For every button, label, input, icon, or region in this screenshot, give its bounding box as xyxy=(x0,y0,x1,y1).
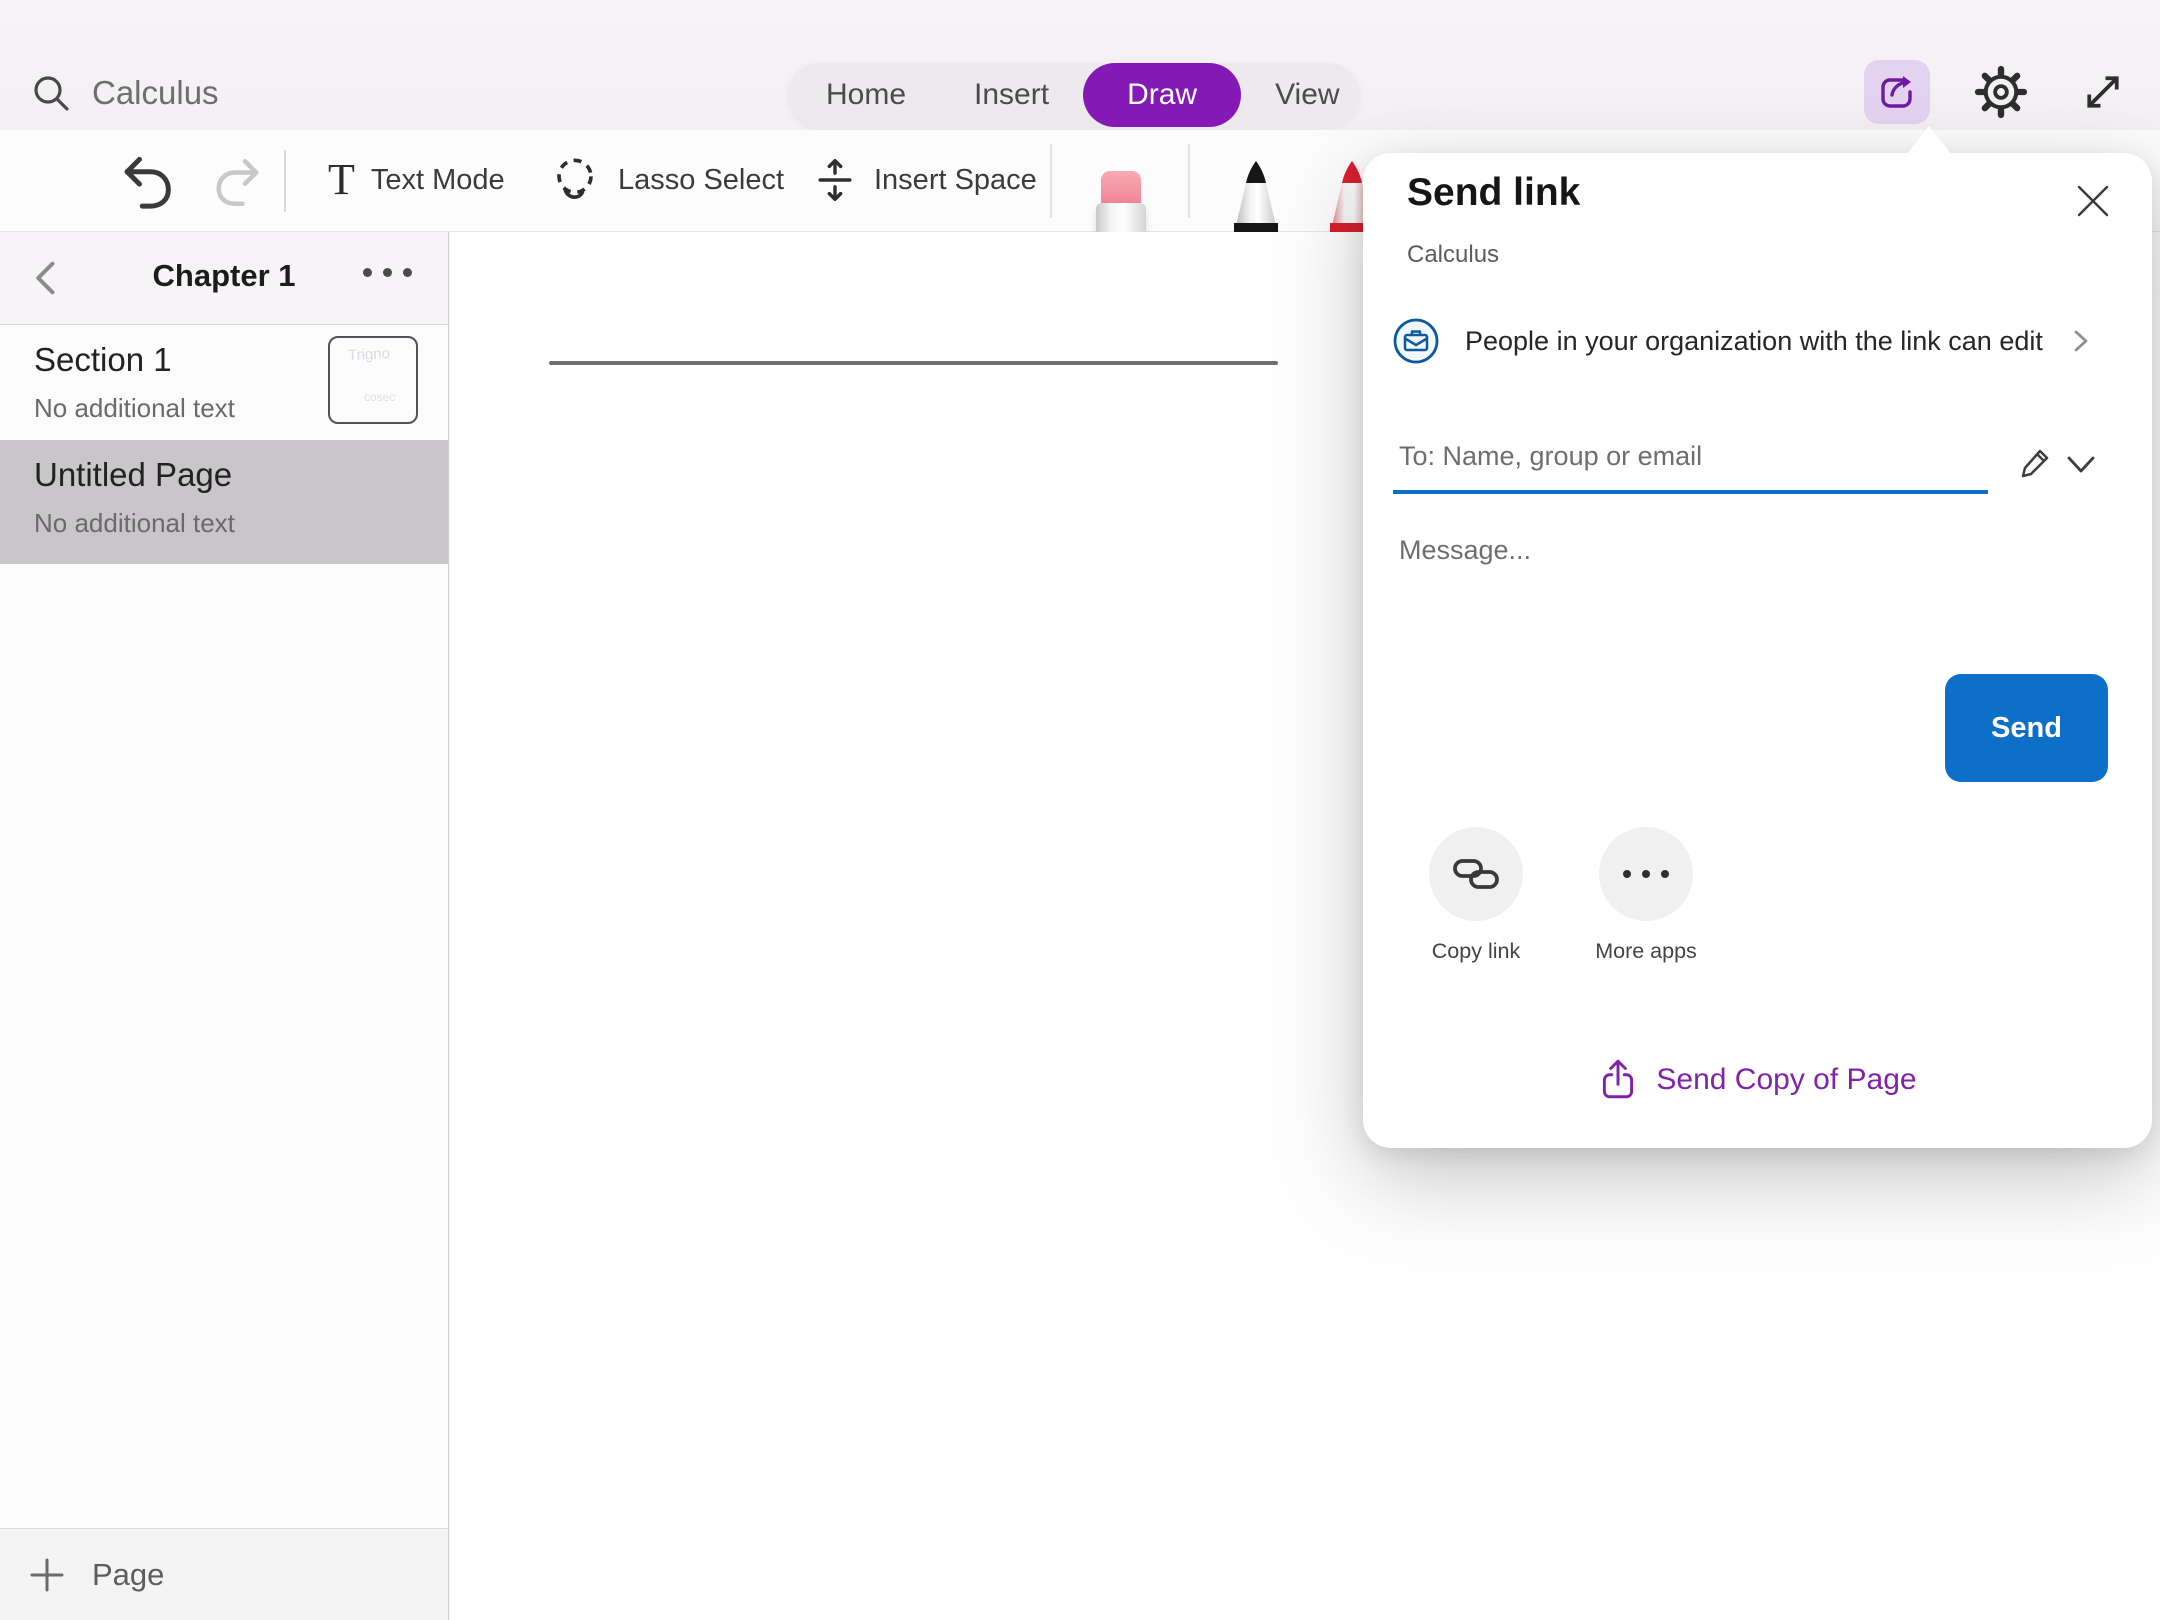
ink-stroke xyxy=(549,361,1278,365)
dialog-callout-pointer xyxy=(1907,126,1951,154)
section-more-button[interactable] xyxy=(363,268,412,277)
settings-button[interactable] xyxy=(1970,60,2032,124)
add-page-button[interactable]: Page xyxy=(0,1528,448,1620)
message-input[interactable] xyxy=(1399,535,1959,665)
topbar-actions xyxy=(1864,60,2134,124)
share-upload-icon xyxy=(1598,1058,1638,1102)
page-row-untitled[interactable]: Untitled Page No additional text xyxy=(0,440,448,564)
insert-space-icon xyxy=(812,155,858,205)
page-sidebar: Chapter 1 Section 1 No additional text T… xyxy=(0,232,449,1620)
page-thumbnail: Trigno cosec xyxy=(328,336,418,424)
copy-link-button[interactable] xyxy=(1429,827,1523,921)
toolbar-divider xyxy=(1188,144,1190,218)
toolbar-divider xyxy=(284,150,286,212)
toolbar-divider xyxy=(1050,144,1052,218)
briefcase-icon xyxy=(1393,318,1439,364)
lasso-select-button[interactable]: Lasso Select xyxy=(548,130,784,230)
recipient-chevron-down-button[interactable] xyxy=(2063,452,2099,478)
tab-draw[interactable]: Draw xyxy=(1083,63,1241,127)
dialog-title: Send link xyxy=(1407,171,1580,215)
more-apps-button[interactable] xyxy=(1599,827,1693,921)
chevron-right-icon xyxy=(2069,325,2093,357)
redo-button[interactable] xyxy=(210,130,270,230)
close-icon xyxy=(2076,184,2110,218)
fullscreen-button[interactable] xyxy=(2072,60,2134,124)
more-apps-label: More apps xyxy=(1556,939,1736,964)
tab-view[interactable]: View xyxy=(1241,63,1373,127)
text-mode-button[interactable]: T Text Mode xyxy=(328,130,505,230)
link-icon xyxy=(1450,852,1502,896)
undo-icon xyxy=(112,147,178,213)
send-copy-of-page-button[interactable]: Send Copy of Page xyxy=(1363,1058,2152,1102)
page-row-section1[interactable]: Section 1 No additional text Trigno cose… xyxy=(0,325,448,440)
notebook-search[interactable]: Calculus xyxy=(30,72,219,114)
sidebar-header: Chapter 1 xyxy=(0,232,448,325)
redo-icon xyxy=(210,150,270,210)
dialog-subtitle: Calculus xyxy=(1407,241,1499,269)
to-input-underline xyxy=(1393,490,1988,494)
top-bar: Calculus Home Insert Draw View xyxy=(0,0,2160,130)
black-pen-tool[interactable] xyxy=(1230,160,1282,232)
notebook-title: Calculus xyxy=(92,74,219,112)
close-button[interactable] xyxy=(2069,177,2117,225)
text-mode-icon: T xyxy=(328,158,355,202)
plus-icon xyxy=(28,1556,66,1594)
send-copy-label: Send Copy of Page xyxy=(1656,1063,1916,1097)
link-permission-button[interactable]: People in your organization with the lin… xyxy=(1393,313,2093,369)
insert-space-button[interactable]: Insert Space xyxy=(812,130,1037,230)
share-button[interactable] xyxy=(1864,60,1930,124)
copy-link-label: Copy link xyxy=(1386,939,1566,964)
tab-home[interactable]: Home xyxy=(792,63,940,127)
undo-button[interactable] xyxy=(112,130,178,230)
ribbon-tabs: Home Insert Draw View xyxy=(788,63,1360,127)
permission-label: People in your organization with the lin… xyxy=(1465,326,2043,357)
tab-insert[interactable]: Insert xyxy=(940,63,1083,127)
ellipsis-icon xyxy=(1623,870,1669,878)
lasso-icon xyxy=(548,153,602,207)
onenote-app: Calculus Home Insert Draw View xyxy=(0,0,2160,1620)
gear-icon xyxy=(1973,64,2029,120)
send-link-dialog: Send link Calculus People i xyxy=(1363,153,2152,1148)
share-icon xyxy=(1876,71,1918,113)
search-icon[interactable] xyxy=(30,72,72,114)
to-input[interactable] xyxy=(1399,441,1959,472)
edit-pencil-button[interactable] xyxy=(2015,443,2055,483)
send-button[interactable]: Send xyxy=(1945,674,2108,782)
expand-icon xyxy=(2078,67,2128,117)
page-title: Untitled Page xyxy=(34,456,448,494)
page-subtitle: No additional text xyxy=(34,508,448,539)
